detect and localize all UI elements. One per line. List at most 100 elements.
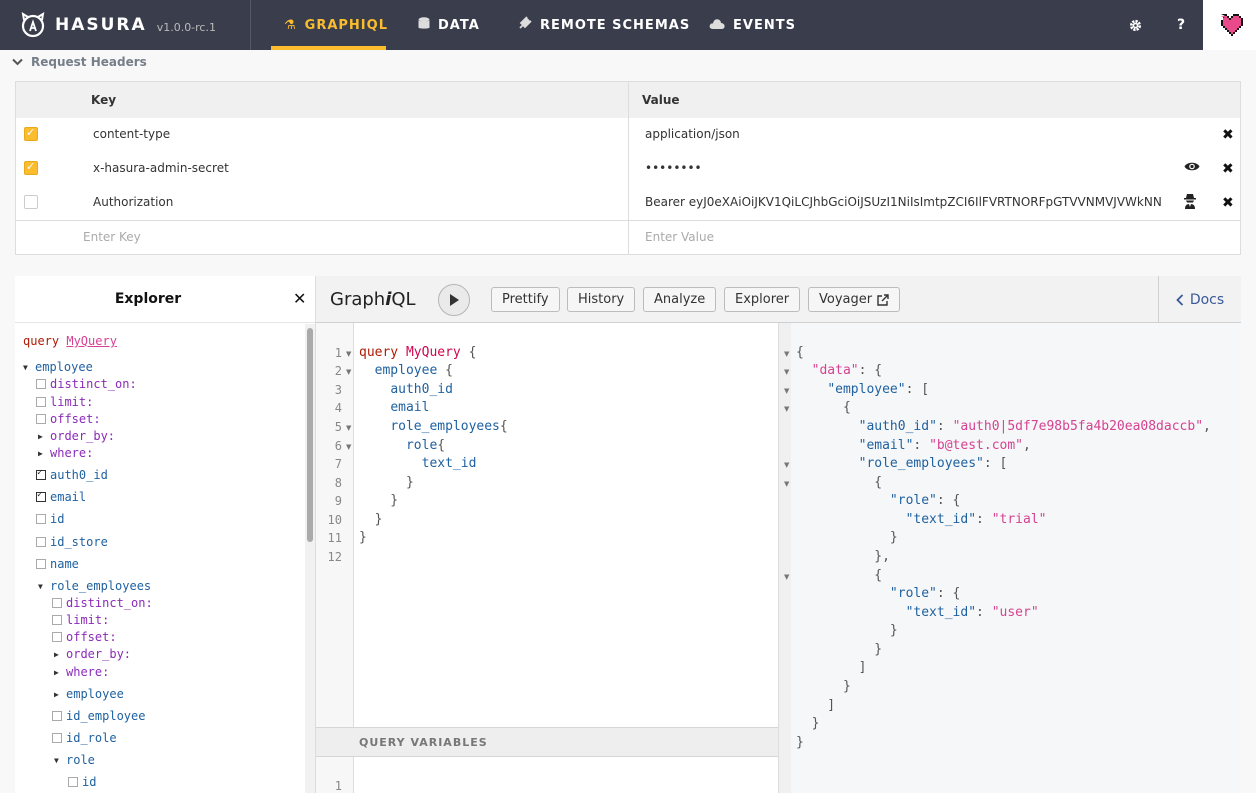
request-headers-table: Key Value content-type application/json … (15, 81, 1241, 255)
arg-label: where: (50, 446, 94, 460)
field-email[interactable]: email (36, 490, 86, 504)
explorer-scrollbar-thumb[interactable] (307, 328, 313, 542)
arg-distinct-on[interactable]: distinct_on: (36, 377, 137, 391)
line-number: 5 (334, 420, 342, 434)
fold-arrow-icon[interactable]: ▼ (346, 443, 351, 451)
execute-query-button[interactable] (438, 284, 470, 316)
remove-header-icon[interactable]: ✖ (1222, 161, 1234, 177)
fold-arrow-icon[interactable]: ▼ (784, 387, 789, 395)
enter-value-input[interactable]: Enter Value (645, 230, 714, 244)
arg-offset[interactable]: offset: (52, 630, 117, 644)
field-label: name (50, 557, 79, 571)
help-icon[interactable]: ? (1166, 0, 1196, 50)
arg-limit[interactable]: limit: (36, 395, 93, 409)
field-id-role[interactable]: id_role (52, 731, 117, 745)
arg-where[interactable]: ▶ where: (54, 665, 109, 679)
header-key-input[interactable]: Authorization (93, 195, 173, 209)
arg-order-by[interactable]: ▶ order_by: (54, 647, 131, 661)
tab-graphiql[interactable]: ⚗ GRAPHIQL (271, 0, 387, 50)
json-key: "text_id" (905, 605, 977, 620)
field-label: id_employee (66, 709, 146, 723)
query-variables-editor[interactable]: 1 (316, 757, 778, 793)
analyze-button[interactable]: Analyze (643, 287, 717, 312)
explorer-header: Explorer ✕ (15, 276, 315, 323)
fold-arrow-icon[interactable]: ▼ (784, 405, 789, 413)
line-number: 1 (334, 779, 342, 793)
header-value-input[interactable]: application/json (645, 127, 740, 141)
fold-arrow-icon[interactable]: ▼ (784, 461, 789, 469)
field-role-id[interactable]: id (68, 775, 96, 789)
docs-button[interactable]: Docs (1158, 276, 1241, 323)
field-role-employees[interactable]: ▼ role_employees (38, 579, 151, 593)
hasura-logo[interactable]: HASURA v1.0.0-rc.1 (20, 10, 250, 40)
code-line: query MyQuery { (359, 345, 477, 360)
line-number: 9 (334, 494, 342, 508)
operation-name[interactable]: MyQuery (66, 334, 117, 348)
arg-limit[interactable]: limit: (52, 613, 109, 627)
fold-arrow-icon[interactable]: ▼ (346, 350, 351, 358)
arg-where[interactable]: ▶ where: (38, 446, 93, 460)
line-number: 3 (334, 383, 342, 397)
tab-remote-schemas[interactable]: REMOTE SCHEMAS (518, 0, 690, 50)
prettify-button[interactable]: Prettify (491, 287, 560, 312)
operation-definition[interactable]: query MyQuery (23, 334, 117, 348)
request-headers-toggle[interactable]: Request Headers (12, 53, 147, 71)
checkbox-icon (36, 397, 46, 407)
field-id-store[interactable]: id_store (36, 535, 108, 549)
line-number: 4 (334, 401, 342, 415)
fold-arrow-icon[interactable]: ▼ (784, 368, 789, 376)
json-line: { (796, 345, 804, 360)
fold-arrow-icon[interactable]: ▼ (346, 368, 351, 376)
checkbox-icon (36, 514, 46, 524)
checked-checkbox-icon (36, 490, 46, 502)
explorer-button[interactable]: Explorer (724, 287, 801, 312)
decode-jwt-spy-icon[interactable] (1184, 194, 1198, 210)
arg-label: order_by: (50, 429, 116, 443)
tab-events[interactable]: EVENTS (709, 0, 796, 50)
field-employee[interactable]: ▶ employee (54, 687, 124, 701)
arg-order-by[interactable]: ▶ order_by: (38, 429, 115, 443)
history-button[interactable]: History (567, 287, 636, 312)
header-enabled-checkbox[interactable] (24, 195, 38, 209)
remove-header-icon[interactable]: ✖ (1222, 127, 1234, 143)
arg-distinct-on[interactable]: distinct_on: (52, 596, 153, 610)
pixel-heart-icon[interactable] (1203, 0, 1256, 50)
query-editor[interactable]: 1 ▼ 2 ▼ 3 4 5 ▼ 6 ▼ 7 8 9 10 11 12 query MyQ… (316, 323, 778, 727)
header-value-input[interactable]: Bearer eyJ0eXAiOiJKV1QiLCJhbGciOiJSUzI1N… (645, 195, 1163, 209)
tab-data[interactable]: DATA (418, 0, 480, 50)
checkbox-icon (52, 711, 62, 721)
fold-arrow-icon[interactable]: ▼ (784, 350, 789, 358)
database-icon (418, 16, 430, 34)
field-auth0-id[interactable]: auth0_id (36, 468, 108, 482)
voyager-button[interactable]: Voyager (808, 287, 901, 312)
header-key-input[interactable]: content-type (93, 127, 170, 141)
json-key: "role_employees" (858, 456, 984, 471)
line-number-gutter: 1 ▼ 2 ▼ 3 4 5 ▼ 6 ▼ 7 8 9 10 11 12 (316, 323, 354, 727)
fold-arrow-icon[interactable]: ▼ (346, 424, 351, 432)
enter-key-input[interactable]: Enter Key (83, 230, 141, 244)
header-key-input[interactable]: x-hasura-admin-secret (93, 161, 229, 175)
code-line: text_id (359, 456, 477, 471)
code-token: auth0_id (390, 382, 453, 397)
field-label: id_store (50, 535, 108, 549)
header-enabled-checkbox[interactable] (24, 160, 38, 175)
header-enabled-checkbox[interactable] (24, 126, 38, 141)
field-name[interactable]: name (36, 557, 79, 571)
explorer-title: Explorer (114, 291, 182, 307)
fold-arrow-icon[interactable]: ▼ (784, 573, 789, 581)
fold-arrow-icon[interactable]: ▼ (784, 480, 789, 488)
settings-gear-icon[interactable] (1120, 0, 1150, 50)
field-employee[interactable]: ▼ employee (23, 360, 93, 374)
close-explorer-icon[interactable]: ✕ (293, 289, 306, 308)
show-secret-eye-icon[interactable] (1184, 160, 1200, 176)
field-id-employee[interactable]: id_employee (52, 709, 145, 723)
json-value: "auth0|5df7e98b5fa4b20ea08daccb" (952, 419, 1204, 434)
header-value-input[interactable]: •••••••• (645, 161, 702, 175)
field-id[interactable]: id (36, 512, 64, 526)
remove-header-icon[interactable]: ✖ (1222, 195, 1234, 211)
json-line: { (796, 475, 883, 490)
arg-offset[interactable]: offset: (36, 412, 101, 426)
field-role[interactable]: ▼ role (54, 753, 95, 767)
checkbox-icon (36, 537, 46, 547)
query-variables-toggle[interactable]: QUERY VARIABLES (316, 727, 778, 757)
